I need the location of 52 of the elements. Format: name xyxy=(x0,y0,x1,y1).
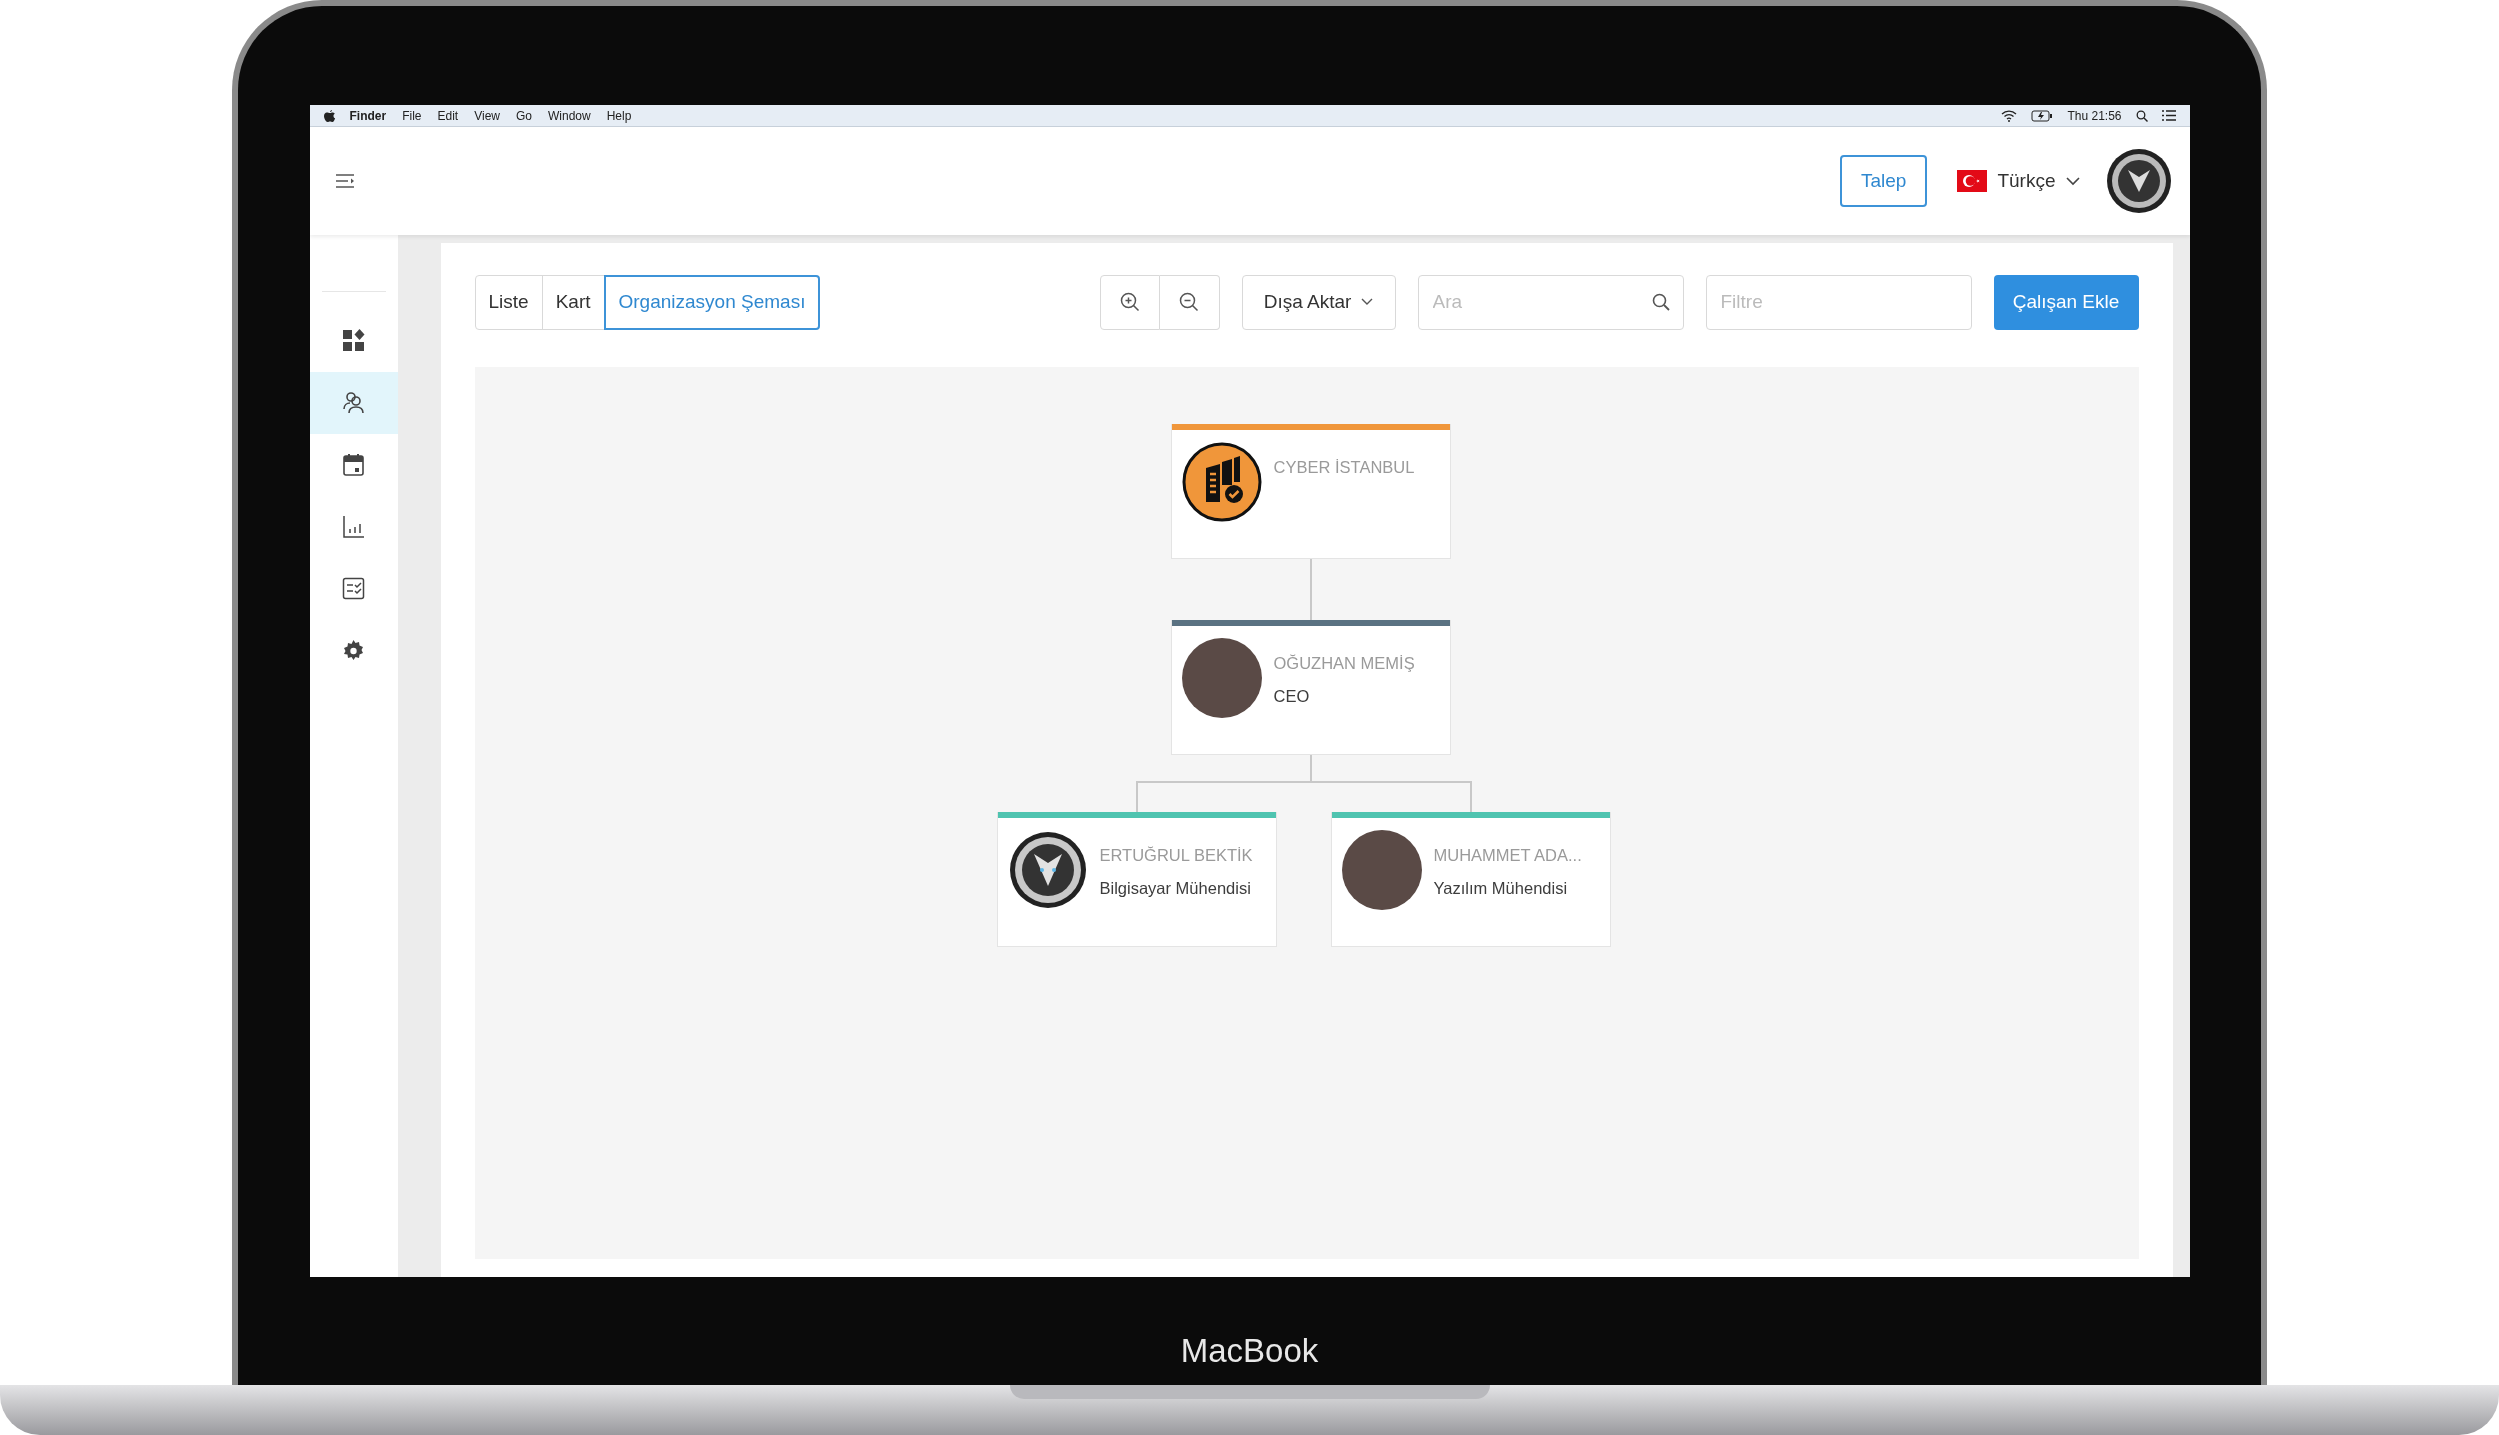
menu-item[interactable]: Finder xyxy=(349,106,387,125)
menu-item[interactable]: File xyxy=(402,106,422,125)
settings-icon xyxy=(341,639,366,663)
request-button[interactable]: Talep xyxy=(1840,155,1928,207)
company-building-icon xyxy=(1181,442,1262,522)
zoom-in-button[interactable] xyxy=(1099,274,1160,330)
zoom-out-icon xyxy=(1179,292,1199,312)
checklist-icon xyxy=(341,577,366,601)
menu-item[interactable]: Edit xyxy=(437,106,459,125)
menu-icon[interactable] xyxy=(335,173,356,189)
menu-item[interactable]: Go xyxy=(516,106,532,125)
node-name: ERTUĞRUL BEKTİK xyxy=(1099,845,1253,866)
list-icon[interactable] xyxy=(2161,110,2176,121)
people-icon xyxy=(341,391,366,415)
sidebar-item[interactable] xyxy=(309,372,398,434)
menu-item[interactable]: View xyxy=(474,106,500,125)
calendar-icon xyxy=(341,453,366,477)
export-dropdown[interactable]: Dışa Aktar xyxy=(1241,274,1396,330)
node-title: Yazılım Mühendisi xyxy=(1433,877,1569,899)
apple-icon[interactable] xyxy=(323,108,336,123)
node-name: CYBER İSTANBUL xyxy=(1273,457,1415,478)
search-icon xyxy=(1651,292,1670,311)
zoom-out-button[interactable] xyxy=(1159,274,1220,330)
search-icon[interactable] xyxy=(2135,109,2148,122)
view-tab[interactable]: Liste xyxy=(474,274,543,330)
menu-item[interactable]: Help xyxy=(606,106,632,125)
search-field[interactable]: Ara xyxy=(1417,274,1684,330)
menu-bar-clock[interactable]: Thu 21:56 xyxy=(2067,106,2122,125)
node-title: CEO xyxy=(1273,685,1311,707)
org-node-card[interactable]: MUHAMMET ADA... Yazılım Mühendisi xyxy=(1330,812,1611,947)
device-label: MacBook xyxy=(1180,1330,1319,1371)
language-selector[interactable]: Türkçe xyxy=(1957,166,2080,196)
view-tab[interactable]: Organizasyon Şeması xyxy=(603,274,821,330)
filter-field[interactable]: Filtre xyxy=(1705,274,1972,330)
turkish-flag-icon xyxy=(1957,170,1988,192)
wifi-icon[interactable] xyxy=(2001,109,2018,122)
dashboard-icon xyxy=(341,329,366,353)
battery-charging-icon[interactable] xyxy=(2031,109,2054,122)
connector-line xyxy=(1309,558,1312,621)
view-tab[interactable]: Kart xyxy=(541,274,605,330)
bar-chart-icon xyxy=(341,515,366,539)
org-node-card[interactable]: OĞUZHAN MEMİŞ CEO xyxy=(1170,620,1451,755)
avatar-emblem-icon xyxy=(1007,830,1088,910)
menu-item[interactable]: Window xyxy=(548,106,591,125)
org-node-card[interactable]: ERTUĞRUL BEKTİK Bilgisayar Mühendisi xyxy=(996,812,1277,947)
chevron-down-icon xyxy=(1361,298,1374,306)
node-title: Bilgisayar Mühendisi xyxy=(1099,877,1252,899)
node-name: MUHAMMET ADA... xyxy=(1433,845,1582,866)
node-name: OĞUZHAN MEMİŞ xyxy=(1273,653,1415,674)
zoom-in-icon xyxy=(1119,292,1140,312)
profile-avatar-emblem[interactable] xyxy=(2105,148,2172,214)
chevron-down-icon xyxy=(2065,176,2080,186)
